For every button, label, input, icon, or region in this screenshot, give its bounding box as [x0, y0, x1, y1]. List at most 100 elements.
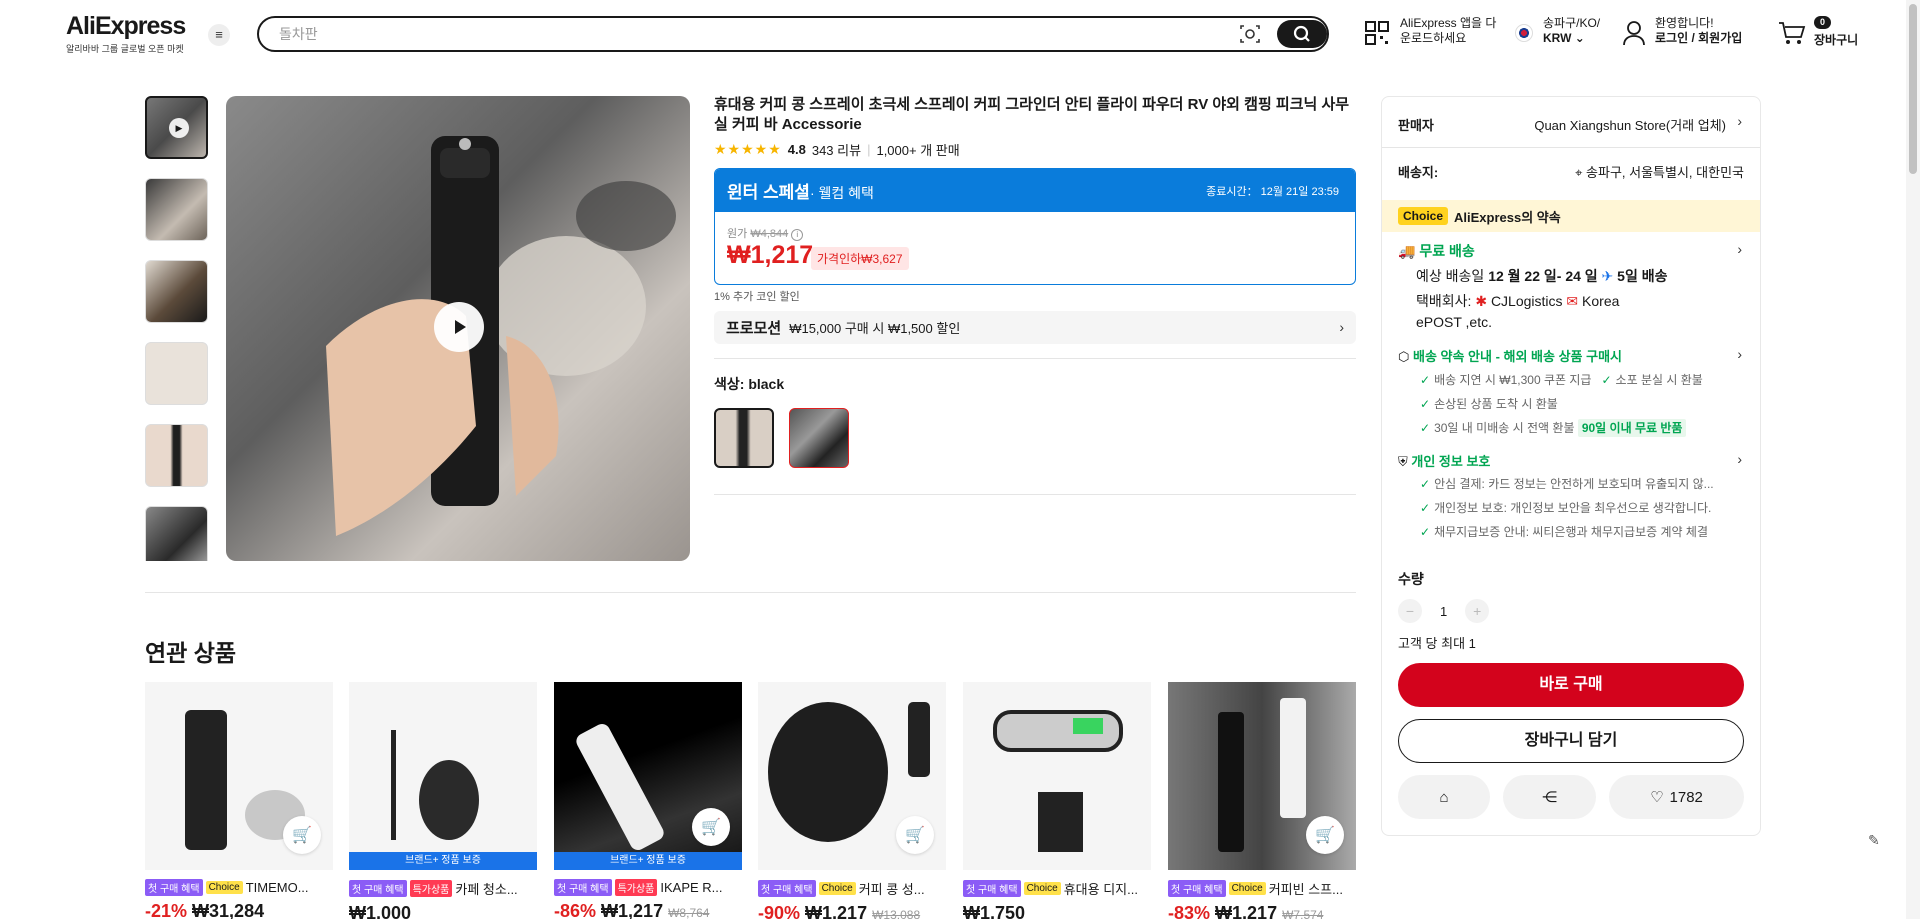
product-card-price: ₩1,217 — [805, 903, 868, 919]
account-menu[interactable]: 환영합니다! 로그인 / 회원가입 — [1622, 16, 1742, 46]
info-icon[interactable]: i — [791, 229, 804, 241]
product-card[interactable]: 🛒 첫 구매 혜택 Choice TIMEMO... -21% ₩31,284 — [145, 682, 333, 919]
free-shipping-row[interactable]: 🚚 무료 배송 — [1398, 241, 1475, 261]
rating-value: 4.8 — [787, 142, 806, 157]
ship-to-location[interactable]: ⌖ 송파구, 서울특별시, 대한민국 — [1575, 162, 1744, 181]
cart-icon — [1779, 22, 1806, 44]
location-pin-icon: ⌖ — [1575, 165, 1583, 180]
tag-choice: Choice — [1228, 882, 1266, 895]
store-button[interactable]: ⌂ — [1398, 775, 1490, 819]
tag-choice: Choice — [818, 882, 856, 895]
color-swatch-black[interactable] — [714, 408, 774, 468]
add-to-cart-button[interactable]: 🛒 — [1306, 816, 1344, 854]
promo-end-time: 종료시간： 12월 21일 23:59 — [1206, 185, 1339, 198]
tag-first-purchase: 첫 구매 혜택 — [1168, 880, 1226, 897]
product-card-image: 🛒 — [758, 682, 946, 870]
app-download-line2: 운로드하세요 — [1400, 31, 1467, 45]
thumbnail-image[interactable] — [145, 424, 208, 487]
guarantee-text: 배송 지연 시 ₩1,300 쿠폰 지급 — [1434, 373, 1592, 387]
menu-icon[interactable]: ≡ — [208, 24, 230, 46]
thumbnail-image[interactable] — [145, 178, 208, 241]
tag-first-purchase: 첫 구매 혜택 — [554, 879, 612, 896]
add-to-cart-button[interactable]: 🛒 — [283, 816, 321, 854]
color-swatch-silver[interactable] — [789, 408, 849, 468]
eta-prefix: 예상 배송일 — [1416, 268, 1485, 284]
search-bar — [257, 16, 1329, 52]
product-card-name: TIMEMO... — [245, 880, 309, 895]
promo-header: 윈터 스페셜· 웰컴 혜택 종료시간： 12월 21일 23:59 — [715, 169, 1355, 212]
search-input[interactable] — [279, 18, 1179, 50]
region-selector[interactable]: 송파구/KO/ KRW ⌄ — [1515, 16, 1600, 46]
cart-plus-icon: 🛒 — [905, 827, 925, 844]
product-card-price: ₩31,284 — [192, 901, 265, 919]
thumbnail-image[interactable] — [145, 260, 208, 323]
chevron-right-icon: › — [1737, 346, 1742, 362]
app-download-link[interactable]: AliExpress 앱을 다 운로드하세요 — [1364, 16, 1496, 46]
qr-code-icon — [1365, 21, 1389, 45]
product-card[interactable]: 브랜드+ 정품 보증 첫 구매 혜택 특가상품 카페 청소... ₩1,000 — [349, 682, 537, 919]
privacy-row[interactable]: ⛨ 개인 정보 보호 — [1398, 451, 1490, 470]
search-button[interactable] — [1277, 20, 1327, 48]
image-search-icon[interactable] — [1237, 22, 1263, 46]
aliexpress-logo[interactable]: AliExpress 알리바바 그룹 글로벌 오픈 마켓 — [66, 12, 186, 55]
current-price: ₩1,217 — [727, 241, 814, 269]
main-product-image[interactable] — [226, 96, 690, 561]
product-card[interactable]: 🛒 브랜드+ 정품 보증 첫 구매 혜택 특가상품 IKAPE R... -86% … — [554, 682, 742, 919]
add-to-cart-button[interactable]: 🛒 — [692, 808, 730, 846]
promotion-row[interactable]: 프로모션 ₩15,000 구매 시 ₩1,500 할인 › — [714, 311, 1356, 344]
cart-count-badge: 0 — [1814, 16, 1832, 29]
free-return-badge: 90일 이내 무료 반품 — [1577, 419, 1687, 437]
feedback-pen-icon[interactable]: ✎ — [1868, 832, 1880, 849]
privacy-text: 채무지급보증 안내: 씨티은행과 채무지급보증 계약 체결 — [1434, 525, 1708, 539]
region-text: 송파구/KO/ — [1543, 16, 1601, 30]
tag-special: 특가상품 — [409, 880, 453, 897]
thumbnail-video[interactable]: ▶ — [145, 96, 208, 159]
cart-plus-icon: 🛒 — [701, 819, 721, 836]
thumbnail-image[interactable] — [145, 506, 208, 561]
increase-quantity-button[interactable]: + — [1465, 599, 1490, 623]
share-icon: ⋲ — [1542, 789, 1557, 806]
product-card[interactable]: 🛒 첫 구매 혜택 Choice 커피빈 스프... -83% ₩1,217 ₩7,… — [1168, 682, 1356, 919]
login-signup-link[interactable]: 로그인 / 회원가입 — [1655, 31, 1742, 46]
buy-now-button[interactable]: 바로 구매 — [1398, 663, 1744, 707]
color-value: black — [748, 376, 785, 392]
seller-link[interactable]: Quan Xiangshun Store(거래 업체) — [1534, 115, 1726, 134]
decrease-quantity-button[interactable]: − — [1398, 599, 1422, 623]
review-count[interactable]: 343 리뷰 — [812, 140, 861, 159]
add-to-cart-button[interactable]: 장바구니 담기 — [1398, 719, 1744, 763]
scrollbar-thumb[interactable] — [1909, 4, 1917, 174]
play-icon: ▶ — [169, 118, 189, 138]
guarantee-text: 손상된 상품 도착 시 환불 — [1434, 397, 1558, 411]
tag-first-purchase: 첫 구매 혜택 — [349, 880, 407, 897]
privacy-item: ✓ 채무지급보증 안내: 씨티은행과 채무지급보증 계약 체결 — [1420, 525, 1708, 539]
product-card-name: 휴대용 디지... — [1063, 882, 1138, 897]
quantity-value[interactable]: 1 — [1440, 604, 1447, 619]
page-scrollbar[interactable] — [1906, 0, 1920, 919]
play-video-button[interactable] — [434, 302, 484, 352]
promo-subtitle: · 웰컴 혜택 — [809, 185, 874, 201]
color-selector-label: 색상: black — [714, 374, 784, 394]
related-products-title: 연관 상품 — [145, 640, 237, 666]
promotion-label: 프로모션 — [726, 320, 782, 337]
cart-plus-icon: 🛒 — [1315, 827, 1335, 844]
logo-subtitle: 알리바바 그룹 글로벌 오픈 마켓 — [66, 44, 184, 54]
product-card[interactable]: 🛒 첫 구매 혜택 Choice 커피 콩 성... -90% ₩1,217 ₩13… — [758, 682, 946, 919]
shield-check-icon: ⛨ — [1398, 454, 1408, 469]
cart-link[interactable]: 0 장바구니 — [1778, 16, 1858, 48]
product-card-price: ₩1,000 — [349, 903, 412, 919]
product-card[interactable]: 첫 구매 혜택 Choice 휴대용 디지... ₩1,750 — [963, 682, 1151, 919]
purchase-limit: 고객 당 최대 1 — [1398, 636, 1476, 651]
share-button[interactable]: ⋲ — [1503, 775, 1596, 819]
add-to-cart-button[interactable]: 🛒 — [896, 816, 934, 854]
guarantee-item: ✓ 배송 지연 시 ₩1,300 쿠폰 지급 ✓ 소포 분실 시 환불 — [1420, 373, 1703, 387]
carrier-info: 택배회사: ✱ CJLogistics ✉ Korea ePOST ,etc. — [1416, 293, 1620, 330]
tag-special: 특가상품 — [614, 879, 658, 896]
privacy-label: 개인 정보 보호 — [1411, 454, 1491, 469]
rating-summary: ★★★★★ 4.8 343 리뷰 | 1,000+ 개 판매 — [714, 140, 960, 159]
wishlist-button[interactable]: ♡ 1782 — [1609, 775, 1744, 819]
delivery-guarantee-row[interactable]: ⬡ 배송 약속 안내 - 해외 배송 상품 구매시 — [1398, 346, 1622, 365]
promotion-price-box: 윈터 스페셜· 웰컴 혜택 종료시간： 12월 21일 23:59 원가 ₩4,… — [714, 168, 1356, 285]
thumbnail-image[interactable] — [145, 342, 208, 405]
welcome-text: 환영합니다! — [1655, 16, 1714, 30]
original-price-label: 원가 — [727, 228, 748, 240]
